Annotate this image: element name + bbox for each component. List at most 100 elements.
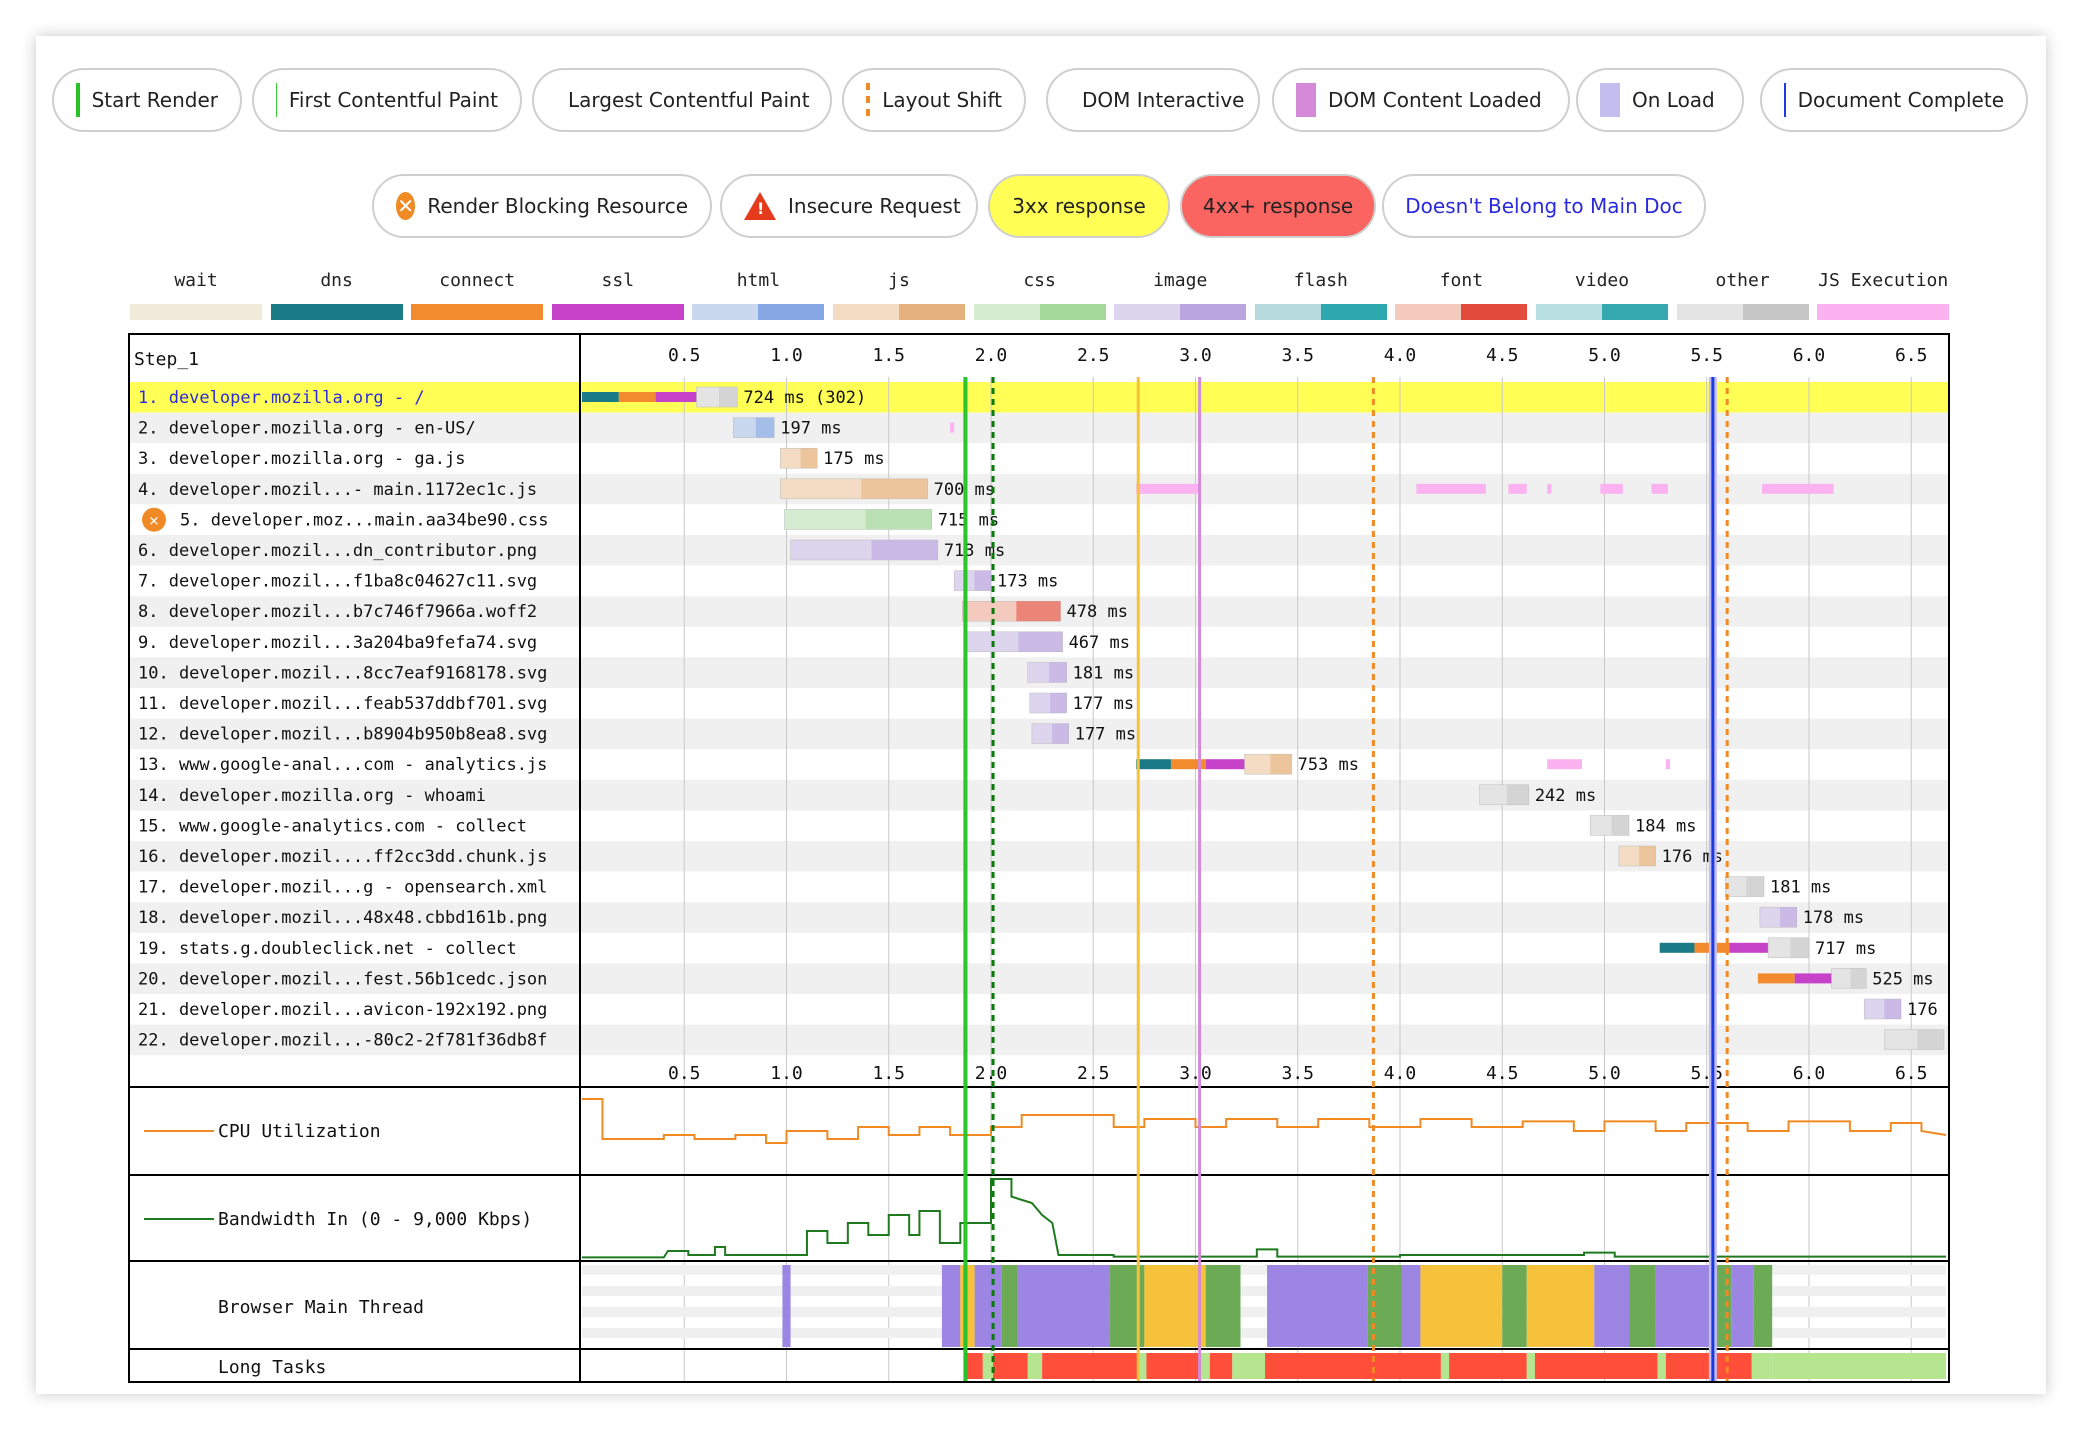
main-thread-block — [974, 1265, 1002, 1347]
waterfall-svg: Step_1 0.5 0.5 1.0 1.0 1.5 1.5 2.0 2.0 2.5 2.5 3.0 3… — [130, 335, 2011, 1381]
request-label: 22. developer.mozil...-80c2-2f781f36db8f — [138, 1031, 547, 1051]
js-execution-block — [1665, 759, 1670, 770]
js-execution-block — [1547, 483, 1552, 494]
legend-doesn-t-belong-to-main-doc[interactable]: Doesn't Belong to Main Doc — [1382, 174, 1706, 238]
js-execution-block — [1416, 483, 1486, 494]
legend-dom-interactive[interactable]: DOM Interactive — [1046, 68, 1260, 132]
request-ssl-bar — [1794, 973, 1832, 984]
type-label-js: js — [888, 270, 910, 291]
request-download-active — [1850, 968, 1867, 989]
js-execution-block — [1136, 483, 1200, 494]
js-execution-block — [950, 422, 955, 433]
main-thread-block — [1731, 1265, 1754, 1347]
main-thread-block — [1502, 1265, 1527, 1347]
legend-3xx-response[interactable]: 3xx response — [988, 174, 1170, 238]
request-label: 1. developer.mozilla.org - / — [138, 388, 425, 408]
long-task-block — [1146, 1353, 1200, 1379]
main-thread-block — [1402, 1265, 1421, 1347]
axis-tick-top: 3.0 — [1179, 345, 1212, 366]
request-ssl-bar — [1729, 942, 1769, 953]
legend-4xx-response[interactable]: 4xx+ response — [1180, 174, 1376, 238]
request-label: 15. www.google-analytics.com - collect — [138, 816, 527, 836]
request-ssl-bar — [1205, 759, 1245, 770]
type-swatch-js — [833, 304, 965, 320]
type-swatch-js-execution — [1817, 304, 1950, 320]
request-download-active — [1884, 999, 1902, 1019]
type-label-image: image — [1153, 270, 1208, 291]
legend-largest-contentful-paint[interactable]: Largest Contentful Paint — [532, 68, 832, 132]
request-time: 176 ms — [1907, 1000, 1948, 1020]
request-time: 184 ms — [1635, 816, 1696, 836]
request-label: 8. developer.mozil...b7c746f7966a.woff2 — [138, 602, 537, 622]
type-label-js-execution: JS Execution — [1818, 270, 1949, 291]
request-connect-bar — [1757, 973, 1795, 984]
request-time: 173 ms — [997, 572, 1058, 592]
type-swatch-connect — [411, 304, 544, 320]
main-thread-block — [1035, 1265, 1110, 1347]
dom-content-loaded-marker-icon — [1296, 83, 1316, 117]
js-execution-block — [1761, 483, 1834, 494]
request-download-active — [719, 387, 738, 407]
long-task-block — [1232, 1353, 1266, 1379]
main-thread-block — [1420, 1265, 1503, 1347]
waterfall-chart: Step_1 0.5 0.5 1.0 1.0 1.5 1.5 2.0 2.0 2.5 2.5 3.0 3… — [128, 333, 2011, 1383]
main-thread-block — [1716, 1265, 1732, 1347]
axis-tick-top: 6.0 — [1793, 345, 1826, 366]
request-download-active — [755, 417, 775, 438]
legend-render-blocking-resource[interactable]: ✕ Render Blocking Resource — [372, 174, 712, 238]
legend-insecure-request[interactable]: ! Insecure Request — [720, 174, 978, 238]
axis-tick-top: 3.5 — [1281, 345, 1314, 366]
long-task-block — [1440, 1353, 1450, 1379]
request-label: 12. developer.mozil...b8904b950b8ea8.svg — [138, 725, 547, 745]
request-label: 6. developer.mozil...dn_contributor.png — [138, 541, 537, 561]
axis-tick-top: 0.5 — [668, 345, 701, 366]
long-tasks-label: Long Tasks — [218, 1357, 326, 1378]
long-task-block — [1772, 1353, 1946, 1379]
long-task-block — [1751, 1353, 1773, 1379]
request-time: 713 ms — [944, 541, 1005, 561]
request-time: 181 ms — [1770, 878, 1831, 898]
type-swatch-css — [973, 304, 1106, 320]
request-download-active — [1917, 1029, 1944, 1050]
request-time: 717 ms — [1815, 939, 1876, 959]
request-label: 7. developer.mozil...f1ba8c04627c11.svg — [138, 572, 537, 592]
legend-document-complete[interactable]: Document Complete — [1760, 68, 2028, 132]
axis-tick-bottom: 3.5 — [1281, 1063, 1314, 1084]
request-download-active — [1050, 693, 1067, 713]
legend-layout-shift[interactable]: Layout Shift — [842, 68, 1026, 132]
type-label-video: video — [1574, 270, 1630, 291]
axis-tick-top: 4.0 — [1384, 345, 1417, 366]
axis-tick-bottom: 6.0 — [1793, 1063, 1826, 1084]
long-task-block — [1042, 1353, 1139, 1379]
request-time: 177 ms — [1075, 725, 1136, 745]
request-label: 5. developer.moz...main.aa34be90.css — [180, 510, 548, 530]
legend-start-render[interactable]: Start Render — [52, 68, 242, 132]
long-task-block — [1027, 1353, 1043, 1379]
request-download-active — [871, 540, 938, 560]
legend-dom-content-loaded[interactable]: DOM Content Loaded — [1272, 68, 1570, 132]
request-label: 3. developer.mozilla.org - ga.js — [138, 449, 466, 469]
request-time: 467 ms — [1069, 633, 1130, 653]
axis-tick-top: 1.5 — [872, 345, 905, 366]
on-load-marker-icon — [1600, 83, 1620, 117]
request-download-active — [865, 509, 932, 530]
type-label-wait: wait — [174, 270, 218, 291]
long-task-block — [1449, 1353, 1527, 1379]
legend-label: Document Complete — [1797, 88, 2004, 112]
main-thread-block — [1655, 1265, 1717, 1347]
request-download-active — [1049, 662, 1067, 683]
legend-label: Insecure Request — [788, 194, 961, 218]
long-task-block — [1526, 1353, 1535, 1379]
axis-tick-bottom: 1.5 — [872, 1063, 905, 1084]
legend-first-contentful-paint[interactable]: First Contentful Paint — [252, 68, 522, 132]
legend-label: Largest Contentful Paint — [568, 88, 810, 112]
request-download-active — [1052, 723, 1069, 744]
request-time: 181 ms — [1073, 663, 1134, 683]
request-download-active — [1639, 846, 1656, 866]
type-label-connect: connect — [439, 270, 516, 291]
request-download-active — [974, 570, 991, 591]
legend-on-load[interactable]: On Load — [1576, 68, 1744, 132]
request-dns-bar — [1659, 942, 1695, 953]
axis-tick-top: 4.5 — [1486, 345, 1519, 366]
legend-label: DOM Content Loaded — [1328, 88, 1542, 112]
